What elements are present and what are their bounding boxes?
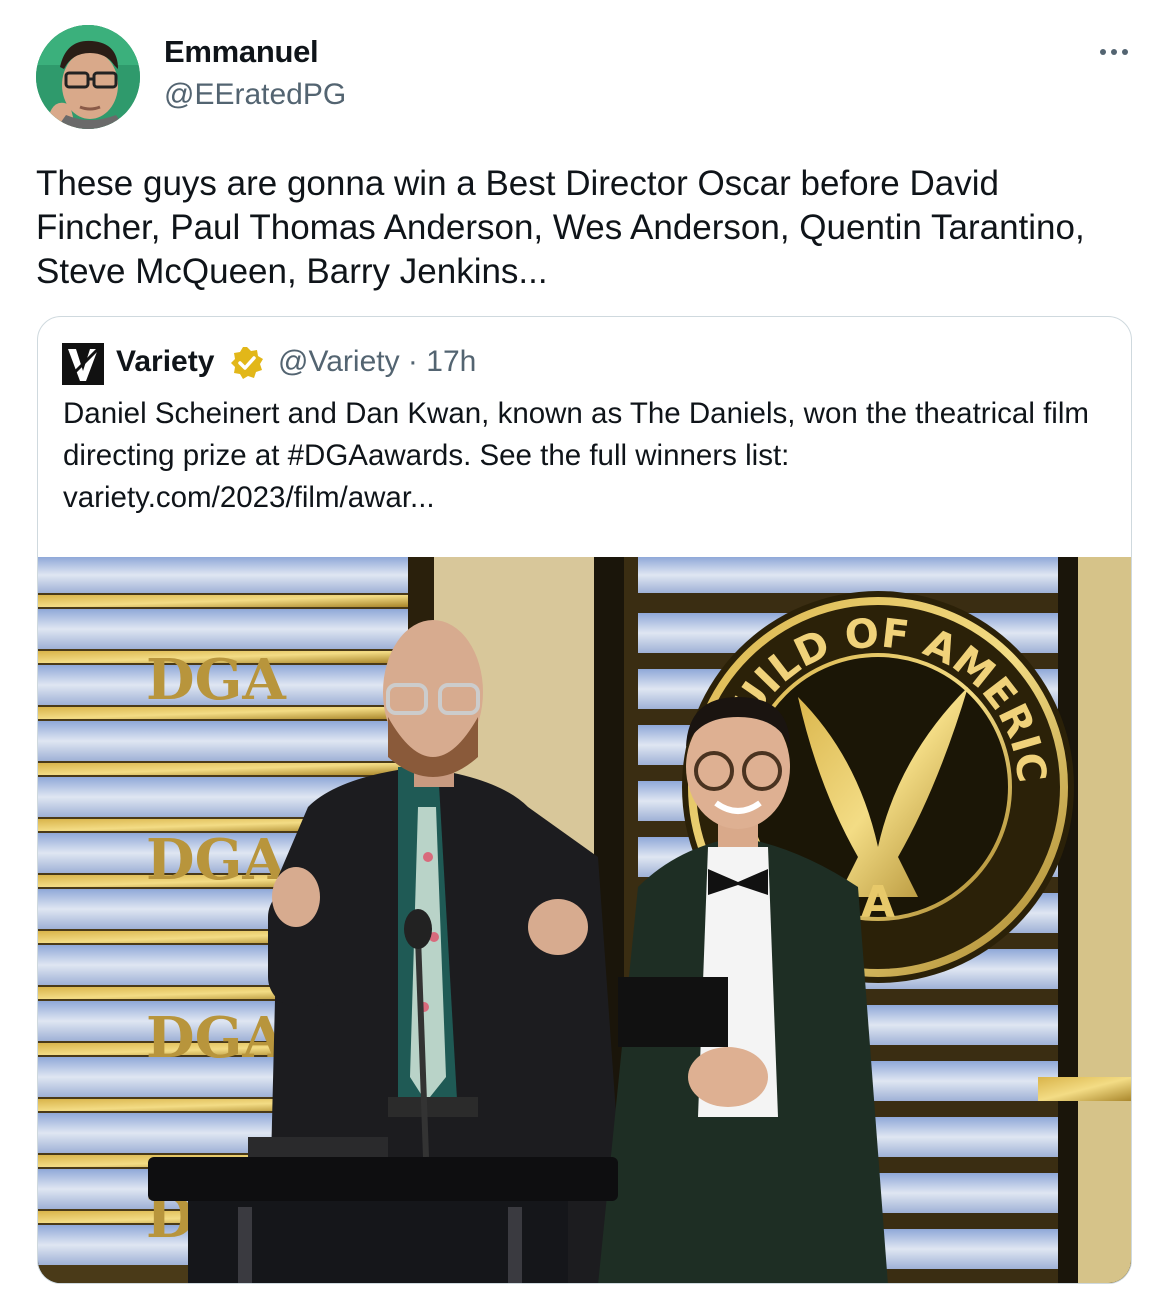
author-avatar[interactable] (36, 25, 140, 129)
seal-letter-a: A (861, 877, 895, 928)
dga-logo-2: DGA (146, 827, 287, 893)
quoted-tweet-photo[interactable]: A GUILD OF AMERICA DGA DGA DGA DGA (38, 557, 1131, 1283)
dga-logo-3: DGA (146, 1005, 287, 1071)
quoted-tweet-text: Daniel Scheinert and Dan Kwan, known as … (63, 397, 1089, 514)
more-options-button[interactable] (1088, 36, 1140, 68)
more-horizontal-icon (1100, 49, 1106, 55)
author-name[interactable]: Emmanuel (164, 34, 319, 70)
verified-badge-icon (229, 345, 265, 381)
dga-logo-1: DGA (146, 647, 287, 713)
tweet[interactable]: Emmanuel @EEratedPG These guys are gonna… (0, 0, 1170, 1298)
quoted-author-name[interactable]: Variety (116, 345, 214, 379)
award-stage-photo: A GUILD OF AMERICA DGA DGA DGA DGA (38, 557, 1131, 1283)
avatar-image (36, 25, 140, 129)
quoted-handle-time: @Variety · 17h (278, 345, 477, 378)
quoted-tweet-card[interactable]: Variety @Variety · 17h Daniel Scheinert … (37, 316, 1132, 1284)
tweet-text: These guys are gonna win a Best Director… (36, 164, 1095, 291)
author-handle[interactable]: @EEratedPG (164, 78, 346, 112)
variety-logo-icon (62, 343, 104, 385)
